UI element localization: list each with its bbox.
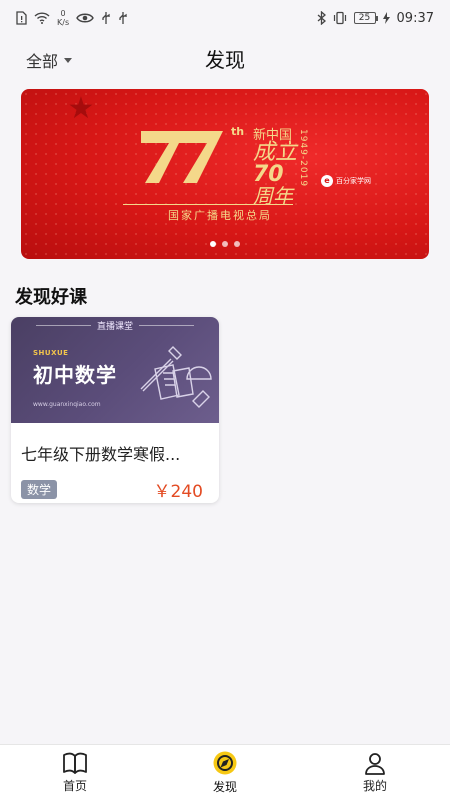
partner-logo-icon: e [321,175,333,187]
tab-discover[interactable]: 发现 [175,750,275,795]
tab-home[interactable]: 首页 [25,751,125,794]
course-price: ￥240 [153,482,203,502]
app-screen: 0 K/s 25 09:37 全部 发现 ★ th 新中国 成立 70 周年 1… [0,0,450,800]
caret-down-icon [64,57,73,63]
70-chevron-logo [141,131,223,183]
course-thumbnail: 直播课堂 SHUXUE 初中数学 www.guanxinqiao.com [11,317,219,423]
book-icon [63,752,87,774]
bluetooth-icon [317,11,326,25]
status-right: 25 09:37 [317,11,434,26]
divider [35,324,91,326]
tab-home-label: 首页 [62,779,87,793]
network-speed: 0 K/s [57,9,69,27]
promo-banner[interactable]: ★ th 新中国 成立 70 周年 1949-2019 e 百分家学网 国家广播… [21,89,429,259]
section-title: 发现好课 [15,287,87,308]
status-left: 0 K/s [16,9,128,27]
pager-dot[interactable] [222,241,228,247]
usb-icon [102,12,110,24]
banner-anniversary-text: 新中国 成立 70 周年 [253,129,297,206]
banner-line3: 70 [253,162,284,187]
banner-line4: 周年 [253,184,293,208]
category-filter-label: 全部 [26,52,59,71]
banner-pager [21,241,429,247]
discover-icon [213,751,237,775]
eye-icon [76,13,94,23]
page-title: 发现 [205,47,245,72]
tab-discover-label: 发现 [212,780,237,794]
vibrate-icon [333,11,346,25]
divider [139,324,194,326]
clock: 09:37 [396,10,434,26]
thumbnail-header-label: 直播课堂 [96,321,133,332]
category-filter-dropdown[interactable]: 全部 [26,48,73,72]
course-title: 七年级下册数学寒假... [21,445,181,464]
network-speed-value: 0 [60,9,66,18]
network-speed-unit: K/s [57,18,70,27]
subject-tag: 数学 [21,480,58,499]
banner-line2: 成立 [253,140,298,165]
thumbnail-header: 直播课堂 [11,317,219,333]
thumbnail-url: www.guanxinqiao.com [33,401,101,408]
pager-dot[interactable] [234,241,240,247]
stationery-illustration-icon [140,346,212,408]
tab-profile-label: 我的 [362,779,387,793]
battery-level: 25 [358,13,371,23]
banner-th: th [231,125,245,138]
top-header: 全部 发现 [0,38,450,78]
sim-icon [16,11,27,25]
tab-profile[interactable]: 我的 [325,751,425,794]
thumbnail-subject-en: SHUXUE [33,349,69,357]
course-card-body: 七年级下册数学寒假... 数学 ￥240 [11,423,219,502]
bottom-tab-bar: 首页 发现 我的 [0,744,450,800]
person-icon [365,753,385,775]
thumbnail-title: 初中数学 [33,363,117,387]
banner-years: 1949-2019 [298,129,308,188]
partner-name: 百分家学网 [336,177,371,185]
wifi-icon [34,12,50,24]
star-icon: ★ [67,91,95,126]
partner-logo: e 百分家学网 [321,175,371,187]
status-bar: 0 K/s 25 09:37 [0,0,450,36]
pager-dot[interactable] [210,241,216,247]
usb-icon-2 [119,12,127,24]
banner-agency: 国家广播电视总局 [168,209,272,222]
charging-icon [382,12,390,24]
banner-divider [123,204,293,205]
course-card-footer: 数学 ￥240 [21,477,209,502]
battery-indicator: 25 [353,12,378,24]
course-card[interactable]: 直播课堂 SHUXUE 初中数学 www.guanxinqiao.com 七年级… [11,317,219,503]
